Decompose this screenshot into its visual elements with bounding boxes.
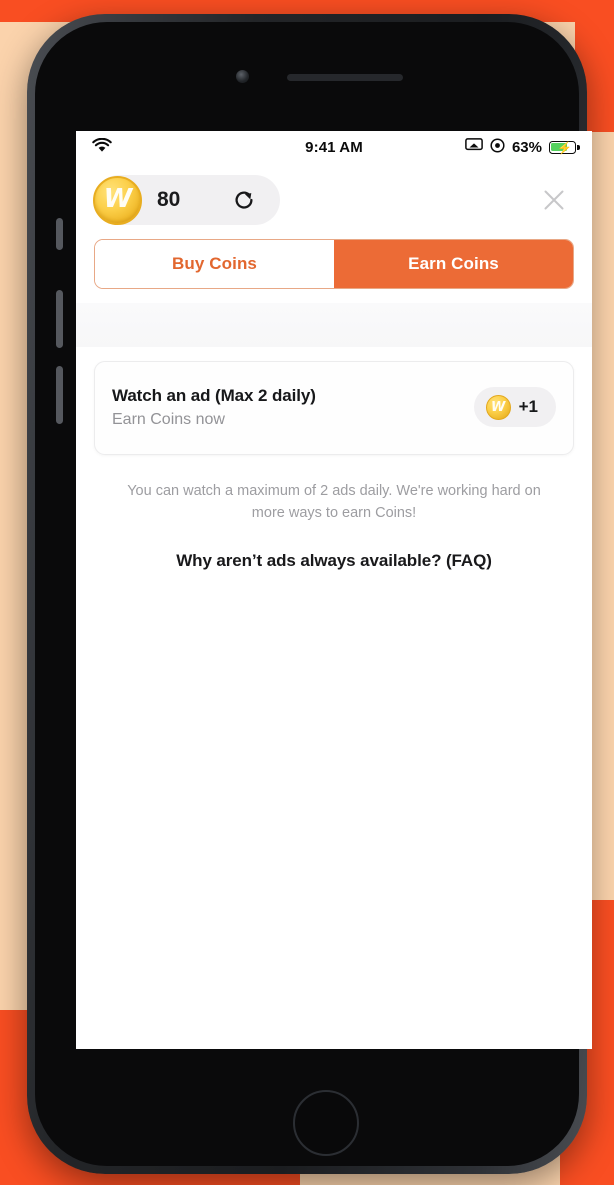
volume-up-button[interactable] xyxy=(56,290,63,348)
status-bar-right: 63% ⚡ xyxy=(465,137,580,157)
close-icon[interactable] xyxy=(534,180,574,220)
coins-tab-bar: Buy Coins Earn Coins xyxy=(94,239,574,289)
coin-balance-pill[interactable]: W 80 xyxy=(93,175,280,225)
rotation-lock-icon xyxy=(490,137,505,157)
refresh-icon[interactable] xyxy=(230,186,258,214)
daily-limit-note: You can watch a maximum of 2 ads daily. … xyxy=(127,483,541,521)
earpiece-speaker-icon xyxy=(287,74,403,81)
offer-card-subtitle: Earn Coins now xyxy=(112,410,225,428)
home-button[interactable] xyxy=(293,1090,359,1156)
coin-icon: W xyxy=(93,175,142,225)
coin-logo-letter: W xyxy=(490,399,506,415)
battery-charging-icon: ⚡ xyxy=(549,140,580,155)
offer-reward-amount: +1 xyxy=(518,397,538,416)
screen-header: W 80 xyxy=(76,163,592,235)
offer-card-title: Watch an ad (Max 2 daily) xyxy=(112,385,316,405)
coin-balance-value: 80 xyxy=(157,188,181,211)
coin-logo-letter: W xyxy=(103,184,133,214)
silence-switch[interactable] xyxy=(56,218,63,250)
offer-reward-pill[interactable]: W +1 xyxy=(473,387,556,427)
battery-percentage: 63% xyxy=(511,138,542,156)
earn-coins-content: Watch an ad (Max 2 daily) Earn Coins now… xyxy=(76,303,592,571)
coin-icon: W xyxy=(485,394,511,420)
front-camera-icon xyxy=(236,70,249,83)
screen-mirroring-icon xyxy=(465,138,483,156)
faq-link[interactable]: Why aren’t ads always available? (FAQ) xyxy=(94,551,574,571)
tab-buy-coins[interactable]: Buy Coins xyxy=(95,240,334,288)
status-bar: 9:41 AM 63% ⚡ xyxy=(76,131,592,163)
tab-earn-coins[interactable]: Earn Coins xyxy=(334,240,573,288)
offer-card-watch-ad[interactable]: Watch an ad (Max 2 daily) Earn Coins now… xyxy=(94,361,574,455)
volume-down-button[interactable] xyxy=(56,366,63,424)
content-divider-band xyxy=(76,303,592,347)
phone-device-frame: 9:41 AM 63% ⚡ W 80 Buy Coins Earn Coins … xyxy=(27,14,592,1174)
offer-card-text: Watch an ad (Max 2 daily) Earn Coins now xyxy=(112,386,474,429)
app-screen: 9:41 AM 63% ⚡ W 80 Buy Coins Earn Coins … xyxy=(76,131,592,1049)
